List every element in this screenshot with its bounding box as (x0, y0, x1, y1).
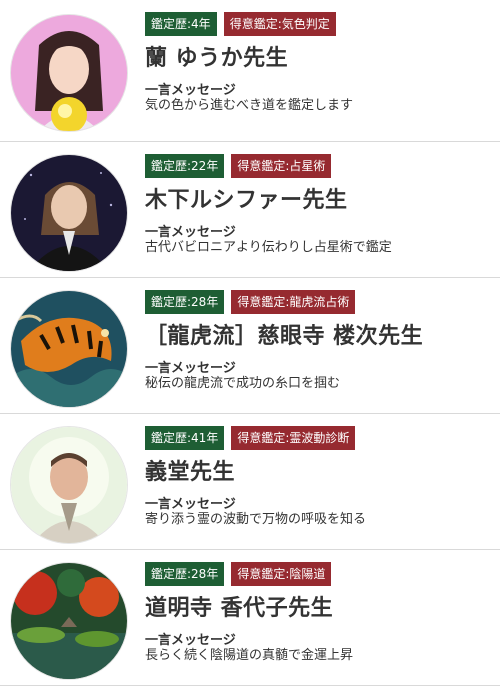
badge-row: 鑑定歴:28年 得意鑑定:陰陽道 (145, 562, 492, 586)
message-label: 一言メッセージ (145, 633, 236, 648)
fortune-teller-card[interactable]: 鑑定歴:41年 得意鑑定:霊波動診断 義堂先生 一言メッセージ 寄り添う霊の波動… (0, 414, 500, 550)
message-label: 一言メッセージ (145, 497, 236, 512)
avatar-photo[interactable] (10, 562, 128, 680)
message-label: 一言メッセージ (145, 361, 236, 376)
message-text: 気の色から進むべき道を鑑定します (145, 98, 354, 113)
specialty-badge: 得意鑑定:占星術 (231, 154, 332, 178)
fortune-teller-card[interactable]: 鑑定歴:28年 得意鑑定:龍虎流占術 ［龍虎流］慈眼寺 楼次先生 一言メッセージ… (0, 278, 500, 414)
fortune-teller-list: 鑑定歴:4年 得意鑑定:気色判定 蘭 ゆうか先生 一言メッセージ 気の色から進む… (0, 0, 500, 686)
avatar-photo[interactable] (10, 14, 128, 132)
avatar-photo[interactable] (10, 154, 128, 272)
fortune-teller-card[interactable]: 鑑定歴:28年 得意鑑定:陰陽道 道明寺 香代子先生 一言メッセージ 長らく続く… (0, 550, 500, 686)
fortune-teller-name[interactable]: 蘭 ゆうか先生 (145, 45, 492, 73)
card-info: 鑑定歴:28年 得意鑑定:龍虎流占術 ［龍虎流］慈眼寺 楼次先生 一言メッセージ… (145, 290, 492, 392)
message-text: 秘伝の龍虎流で成功の糸口を掴む (145, 376, 341, 391)
specialty-badge: 得意鑑定:陰陽道 (231, 562, 332, 586)
fortune-teller-name[interactable]: 道明寺 香代子先生 (145, 595, 492, 623)
career-badge: 鑑定歴:41年 (145, 426, 225, 450)
message-text: 古代バビロニアより伝わりし占星術で鑑定 (145, 240, 392, 255)
card-info: 鑑定歴:22年 得意鑑定:占星術 木下ルシファー先生 一言メッセージ 古代バビロ… (145, 154, 492, 256)
badge-row: 鑑定歴:28年 得意鑑定:龍虎流占術 (145, 290, 492, 314)
badge-row: 鑑定歴:4年 得意鑑定:気色判定 (145, 12, 492, 36)
avatar-photo[interactable] (10, 290, 128, 408)
career-badge: 鑑定歴:28年 (145, 290, 225, 314)
career-badge: 鑑定歴:28年 (145, 562, 225, 586)
fortune-teller-name[interactable]: 木下ルシファー先生 (145, 187, 492, 215)
career-badge: 鑑定歴:22年 (145, 154, 225, 178)
card-info: 鑑定歴:41年 得意鑑定:霊波動診断 義堂先生 一言メッセージ 寄り添う霊の波動… (145, 426, 492, 528)
fortune-teller-name[interactable]: 義堂先生 (145, 459, 492, 487)
badge-row: 鑑定歴:41年 得意鑑定:霊波動診断 (145, 426, 492, 450)
specialty-badge: 得意鑑定:気色判定 (223, 12, 336, 36)
career-badge: 鑑定歴:4年 (145, 12, 217, 36)
message-text: 長らく続く陰陽道の真髄で金運上昇 (145, 648, 354, 663)
fortune-teller-card[interactable]: 鑑定歴:4年 得意鑑定:気色判定 蘭 ゆうか先生 一言メッセージ 気の色から進む… (0, 0, 500, 142)
fortune-teller-name[interactable]: ［龍虎流］慈眼寺 楼次先生 (145, 323, 492, 351)
specialty-badge: 得意鑑定:龍虎流占術 (231, 290, 356, 314)
card-info: 鑑定歴:4年 得意鑑定:気色判定 蘭 ゆうか先生 一言メッセージ 気の色から進む… (145, 12, 492, 114)
specialty-badge: 得意鑑定:霊波動診断 (231, 426, 356, 450)
badge-row: 鑑定歴:22年 得意鑑定:占星術 (145, 154, 492, 178)
message-label: 一言メッセージ (145, 83, 236, 98)
avatar-photo[interactable] (10, 426, 128, 544)
fortune-teller-card[interactable]: 鑑定歴:22年 得意鑑定:占星術 木下ルシファー先生 一言メッセージ 古代バビロ… (0, 142, 500, 278)
message-label: 一言メッセージ (145, 225, 236, 240)
message-text: 寄り添う霊の波動で万物の呼吸を知る (145, 512, 367, 527)
card-info: 鑑定歴:28年 得意鑑定:陰陽道 道明寺 香代子先生 一言メッセージ 長らく続く… (145, 562, 492, 664)
